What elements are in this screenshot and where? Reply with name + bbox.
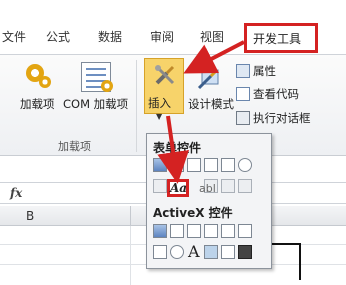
activex-label-icon[interactable]: A	[188, 242, 200, 261]
form-controls-title: 表单控件	[153, 141, 202, 155]
activex-row-2: A	[153, 242, 269, 263]
button-control-icon[interactable]	[153, 158, 167, 172]
group-box-icon[interactable]	[153, 179, 167, 193]
view-code-button[interactable]: 查看代码	[236, 86, 299, 102]
design-mode-icon	[197, 69, 219, 90]
activex-combo-icon[interactable]	[170, 224, 184, 238]
option-button-icon[interactable]	[238, 158, 252, 172]
form-controls-row-1	[153, 158, 269, 176]
gear-icon	[101, 80, 113, 92]
grid-line	[130, 226, 131, 285]
tab-view[interactable]: 视图	[200, 28, 224, 45]
tools-icon	[155, 65, 175, 85]
activex-scrollbar-icon[interactable]	[221, 224, 235, 238]
tab-data[interactable]: 数据	[98, 28, 122, 45]
activex-button-icon[interactable]	[153, 224, 167, 238]
tab-file[interactable]: 文件	[2, 28, 26, 45]
column-separator	[130, 206, 131, 226]
combo-drop-icon[interactable]	[238, 179, 252, 193]
activex-spin-icon[interactable]	[153, 245, 167, 259]
activex-controls-title: ActiveX 控件	[153, 206, 233, 220]
tab-review[interactable]: 审阅	[150, 28, 174, 45]
label-control-icon[interactable]: Aa	[167, 179, 189, 197]
view-code-label: 查看代码	[253, 87, 299, 101]
list-box-icon[interactable]	[221, 158, 235, 172]
design-mode-button[interactable]: 设计模式	[188, 96, 234, 112]
activex-image-icon[interactable]	[204, 245, 218, 259]
fx-label: fx	[10, 186, 23, 200]
addins-button[interactable]: 加载项	[20, 96, 55, 112]
spin-button-icon[interactable]	[204, 158, 218, 172]
activex-checkbox-icon[interactable]	[187, 224, 201, 238]
tab-developer[interactable]: 开发工具	[244, 23, 318, 53]
chevron-down-icon[interactable]: ▼	[156, 112, 162, 121]
group-separator	[136, 60, 137, 152]
com-addins-button[interactable]: COM 加载项	[63, 96, 128, 112]
insert-button-label: 插入	[148, 96, 171, 110]
view-code-icon	[236, 87, 250, 101]
activex-listbox-icon[interactable]	[238, 224, 252, 238]
properties-button[interactable]: 属性	[236, 63, 276, 79]
addins-group-label: 加载项	[58, 140, 91, 153]
activex-textbox-icon[interactable]	[204, 224, 218, 238]
combo-box-icon[interactable]	[170, 158, 184, 172]
text-field-label: abl	[199, 182, 216, 195]
insert-controls-menu: 表单控件 Aa abl ActiveX 控件 A	[146, 133, 272, 269]
ribbon-tab-bar: 文件 公式 数据 审阅 视图 开发工具	[0, 0, 346, 54]
activex-row-1	[153, 224, 269, 242]
properties-label: 属性	[253, 64, 276, 78]
activex-toggle-icon[interactable]	[221, 245, 235, 259]
run-dialog-icon	[236, 111, 250, 125]
run-dialog-button[interactable]: 执行对话框	[236, 110, 311, 126]
checkbox-icon[interactable]	[187, 158, 201, 172]
tab-formulas[interactable]: 公式	[46, 28, 70, 45]
gear-small-icon	[39, 76, 51, 88]
properties-icon	[236, 64, 250, 78]
column-header-b[interactable]: B	[26, 209, 34, 223]
activex-option-icon[interactable]	[170, 245, 184, 259]
more-controls-icon[interactable]	[238, 245, 252, 259]
combo-list-icon[interactable]	[221, 179, 235, 193]
run-dialog-label: 执行对话框	[253, 111, 311, 125]
drawn-label-outline	[272, 243, 301, 280]
